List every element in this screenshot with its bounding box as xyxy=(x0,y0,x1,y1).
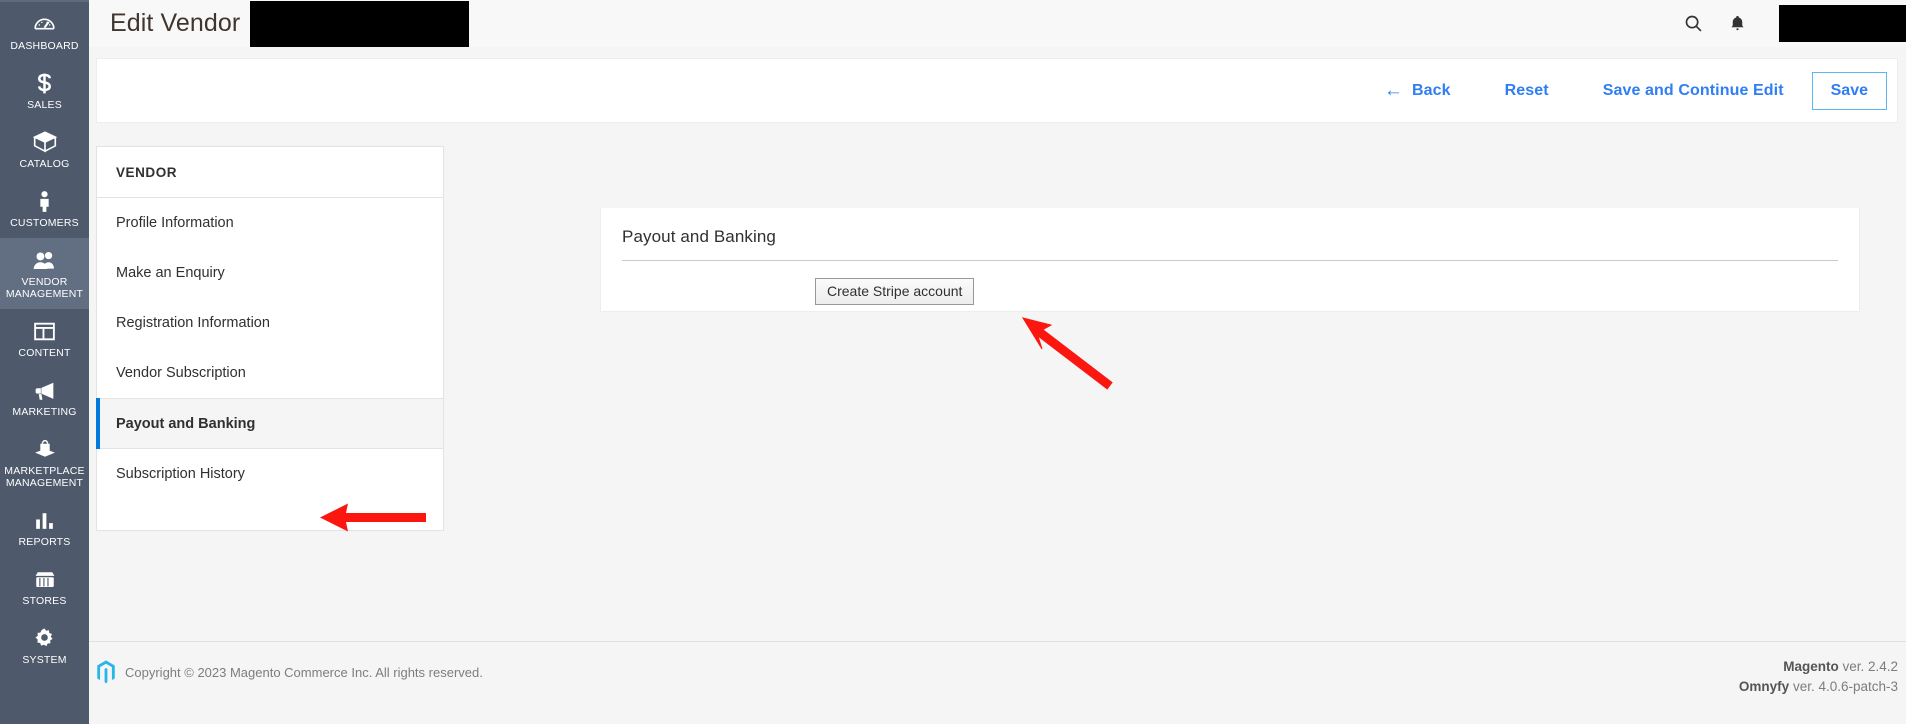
megaphone-icon xyxy=(2,377,87,403)
sidebar-item-system[interactable]: SYSTEM xyxy=(0,616,89,675)
omnyfy-label: Omnyfy xyxy=(1738,679,1790,694)
vendor-nav-card: VENDOR Profile Information Make an Enqui… xyxy=(96,146,444,531)
sidebar-item-label: STORES xyxy=(22,595,67,607)
search-icon[interactable] xyxy=(1682,12,1704,36)
page-footer: Copyright © 2023 Magento Commerce Inc. A… xyxy=(89,641,1906,724)
page-header: Edit Vendor xyxy=(89,0,1906,47)
panel-section-title: Payout and Banking xyxy=(622,208,1838,261)
panel-body: Create Stripe account xyxy=(622,261,1838,305)
two-people-icon xyxy=(2,247,87,273)
save-button[interactable]: Save xyxy=(1811,71,1887,110)
vendor-nav-item-payout-and-banking[interactable]: Payout and Banking xyxy=(96,398,443,449)
page-actions-bar: ← Back Reset Save and Continue Edit Save xyxy=(96,58,1898,123)
sidebar-item-catalog[interactable]: CATALOG xyxy=(0,120,89,179)
sidebar-item-label: SYSTEM xyxy=(22,654,67,666)
admin-page: DASHBOARD SALES CATALOG CUSTOMERS VENDOR… xyxy=(0,0,1906,724)
save-and-continue-edit-button[interactable]: Save and Continue Edit xyxy=(1591,75,1796,107)
bell-icon[interactable] xyxy=(1726,12,1748,36)
magento-version-line: Magento ver. 2.4.2 xyxy=(1739,657,1898,677)
bar-chart-icon xyxy=(2,507,87,533)
sidebar-item-sales[interactable]: SALES xyxy=(0,61,89,120)
sidebar-item-label: REPORTS xyxy=(18,536,71,548)
dollar-sign-icon xyxy=(2,70,87,96)
gear-icon xyxy=(2,625,87,651)
vendor-nav-item-subscription-history[interactable]: Subscription History xyxy=(97,449,443,530)
vendor-nav-list: Profile Information Make an Enquiry Regi… xyxy=(96,198,443,530)
sidebar-item-label: CATALOG xyxy=(19,158,70,170)
reset-button[interactable]: Reset xyxy=(1493,75,1561,107)
page-title: Edit Vendor xyxy=(110,9,241,37)
arrow-to-create-stripe-account xyxy=(1020,316,1120,401)
person-icon xyxy=(2,188,87,214)
box-icon xyxy=(2,129,87,155)
magento-logo-icon xyxy=(96,659,116,685)
sidebar-item-marketplace-management[interactable]: MARKETPLACE MANAGEMENT xyxy=(0,427,89,498)
sidebar-item-dashboard[interactable]: DASHBOARD xyxy=(0,2,89,61)
redacted-vendor-name xyxy=(250,0,470,47)
sidebar-item-label: VENDOR MANAGEMENT xyxy=(5,276,84,300)
back-button-label: Back xyxy=(1412,81,1451,99)
footer-versions: Magento ver. 2.4.2 Omnyfy ver. 4.0.6-pat… xyxy=(1739,657,1898,697)
vendor-nav-item-vendor-subscription[interactable]: Vendor Subscription xyxy=(97,348,443,398)
sidebar-item-label: CONTENT xyxy=(18,347,71,359)
sidebar-item-marketing[interactable]: MARKETING xyxy=(0,368,89,427)
admin-sidebar: DASHBOARD SALES CATALOG CUSTOMERS VENDOR… xyxy=(0,0,89,724)
sidebar-item-label: DASHBOARD xyxy=(10,40,79,52)
sidebar-item-label: CUSTOMERS xyxy=(10,217,79,229)
sidebar-item-label: MARKETPLACE MANAGEMENT xyxy=(4,465,85,489)
vendor-nav-item-registration-information[interactable]: Registration Information xyxy=(97,298,443,348)
dashboard-gauge-icon xyxy=(2,11,87,37)
copyright-text: Copyright © 2023 Magento Commerce Inc. A… xyxy=(125,664,483,680)
payout-and-banking-panel: Payout and Banking Create Stripe account xyxy=(600,208,1860,312)
sidebar-item-reports[interactable]: REPORTS xyxy=(0,498,89,557)
omnyfy-version-line: Omnyfy ver. 4.0.6-patch-3 xyxy=(1739,677,1898,697)
footer-copyright-group: Copyright © 2023 Magento Commerce Inc. A… xyxy=(96,659,483,685)
header-actions xyxy=(1682,5,1906,42)
shopping-bag-icon xyxy=(2,436,87,462)
magento-label: Magento xyxy=(1783,659,1839,674)
sidebar-item-label: SALES xyxy=(27,99,62,111)
back-button[interactable]: ← Back xyxy=(1372,74,1463,107)
magento-version: ver. 2.4.2 xyxy=(1838,659,1898,674)
create-stripe-account-button[interactable]: Create Stripe account xyxy=(815,278,975,305)
sidebar-item-content[interactable]: CONTENT xyxy=(0,309,89,368)
redacted-user-menu[interactable] xyxy=(1779,5,1906,42)
vendor-nav-heading: VENDOR xyxy=(97,147,443,198)
sidebar-item-stores[interactable]: STORES xyxy=(0,557,89,616)
sidebar-item-vendor-management[interactable]: VENDOR MANAGEMENT xyxy=(0,238,89,309)
vendor-nav-item-profile-information[interactable]: Profile Information xyxy=(97,198,443,248)
sidebar-item-customers[interactable]: CUSTOMERS xyxy=(0,179,89,238)
layout-panels-icon xyxy=(2,318,87,344)
sidebar-item-label: MARKETING xyxy=(12,406,77,418)
storefront-icon xyxy=(2,566,87,592)
arrow-left-icon: ← xyxy=(1383,80,1403,101)
omnyfy-version: ver. 4.0.6-patch-3 xyxy=(1789,679,1898,694)
vendor-nav-item-make-an-enquiry[interactable]: Make an Enquiry xyxy=(97,248,443,298)
